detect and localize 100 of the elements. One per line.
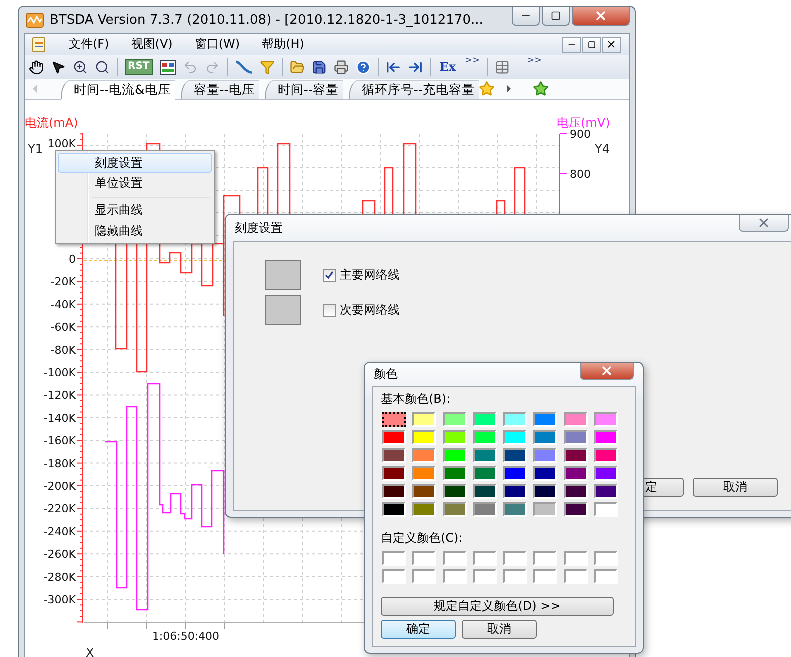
custom-color-slot[interactable] xyxy=(472,551,497,566)
color-swatch[interactable] xyxy=(442,412,467,427)
menu-item[interactable]: 窗口(W) xyxy=(194,36,240,53)
define-custom-colors-button[interactable]: 规定自定义颜色(D) >> xyxy=(381,597,614,616)
maximize-button[interactable] xyxy=(542,7,570,26)
color-swatch[interactable] xyxy=(533,502,558,517)
export-button[interactable]: Ex xyxy=(438,60,458,74)
search-icon[interactable] xyxy=(95,60,110,74)
close-button[interactable] xyxy=(602,36,621,52)
folder-icon[interactable] xyxy=(290,60,305,74)
color-swatch[interactable] xyxy=(594,466,618,481)
color-swatch[interactable] xyxy=(442,466,467,481)
color-swatch[interactable] xyxy=(594,412,618,427)
custom-color-slot[interactable] xyxy=(564,551,588,566)
color-swatch[interactable] xyxy=(503,412,528,427)
menu-item[interactable]: 文件(F) xyxy=(69,36,110,53)
redo-icon[interactable] xyxy=(204,60,220,74)
checkbox[interactable] xyxy=(323,268,336,282)
color-swatch[interactable] xyxy=(564,430,588,445)
menu-item[interactable]: 帮助(H) xyxy=(262,36,304,53)
color-swatch[interactable] xyxy=(503,466,528,481)
custom-color-slot[interactable] xyxy=(442,551,467,566)
save-icon[interactable] xyxy=(312,60,327,74)
toolbar-overflow[interactable]: >> xyxy=(465,56,480,66)
color-swatch[interactable] xyxy=(442,448,467,463)
pointer-icon[interactable] xyxy=(51,60,66,74)
color-swatch[interactable] xyxy=(472,430,497,445)
color-swatch[interactable] xyxy=(472,412,497,427)
color-swatch[interactable] xyxy=(442,430,467,445)
toolbar-overflow[interactable]: >> xyxy=(527,56,542,66)
color-swatch[interactable] xyxy=(533,430,558,445)
dialog-button[interactable]: 取消 xyxy=(462,620,537,639)
color-swatch[interactable] xyxy=(382,430,406,445)
color-swatch[interactable] xyxy=(533,466,558,481)
star-icon[interactable] xyxy=(478,81,495,97)
color-swatch[interactable] xyxy=(594,502,618,517)
custom-color-slot[interactable] xyxy=(503,551,528,566)
scroll-right-icon[interactable] xyxy=(504,84,513,94)
chart-tab[interactable]: 时间--电流&电压 xyxy=(61,80,175,99)
color-swatch[interactable] xyxy=(472,484,497,499)
chart-tab[interactable]: 容量--电压 xyxy=(180,80,259,99)
color-swatch[interactable] xyxy=(564,412,588,427)
undo-icon[interactable] xyxy=(182,60,198,74)
dialog-button[interactable]: 确定 xyxy=(381,620,456,639)
color-swatch[interactable] xyxy=(382,412,406,427)
custom-color-slot[interactable] xyxy=(382,551,406,566)
table-icon[interactable] xyxy=(495,60,510,74)
color-swatch[interactable] xyxy=(442,484,467,499)
color-swatch[interactable] xyxy=(382,448,406,463)
color-swatch[interactable] xyxy=(442,502,467,517)
grid-color-swatch[interactable] xyxy=(265,295,301,325)
chart-tab[interactable]: 循环序号--充电容量 xyxy=(348,80,479,99)
color-swatch[interactable] xyxy=(503,484,528,499)
color-swatch[interactable] xyxy=(533,484,558,499)
chart-tab[interactable]: 时间--容量 xyxy=(264,80,343,99)
menu-item[interactable]: 视图(V) xyxy=(131,36,173,53)
color-swatch[interactable] xyxy=(564,484,588,499)
color-swatch[interactable] xyxy=(382,466,406,481)
curve-icon[interactable] xyxy=(234,59,253,75)
color-swatch[interactable] xyxy=(412,484,436,499)
custom-color-slot[interactable] xyxy=(533,551,558,566)
dialog-button[interactable]: 取消 xyxy=(693,478,778,497)
color-swatch[interactable] xyxy=(412,412,436,427)
context-menu-item[interactable]: 刻度设置 xyxy=(58,153,212,173)
custom-color-slot[interactable] xyxy=(382,569,406,584)
zoom-in-icon[interactable] xyxy=(73,60,88,74)
arrow-left-icon[interactable] xyxy=(386,60,401,74)
custom-color-slot[interactable] xyxy=(442,569,467,584)
color-swatch[interactable] xyxy=(412,448,436,463)
context-menu-item[interactable]: 单位设置 xyxy=(58,173,212,193)
custom-color-slot[interactable] xyxy=(412,569,436,584)
custom-color-slot[interactable] xyxy=(564,569,588,584)
color-swatch[interactable] xyxy=(503,502,528,517)
help-icon[interactable] xyxy=(356,60,371,74)
color-swatch[interactable] xyxy=(382,484,406,499)
color-swatch[interactable] xyxy=(594,430,618,445)
color-swatch[interactable] xyxy=(412,430,436,445)
color-swatch[interactable] xyxy=(533,412,558,427)
hand-icon[interactable] xyxy=(29,60,44,74)
context-menu-item[interactable]: 隐藏曲线 xyxy=(58,221,212,241)
custom-color-slot[interactable] xyxy=(412,551,436,566)
color-swatch[interactable] xyxy=(472,502,497,517)
color-swatch[interactable] xyxy=(503,448,528,463)
color-swatch[interactable] xyxy=(564,502,588,517)
color-swatch[interactable] xyxy=(564,466,588,481)
custom-color-slot[interactable] xyxy=(503,569,528,584)
grid-color-swatch[interactable] xyxy=(265,260,301,290)
color-swatch[interactable] xyxy=(533,448,558,463)
grid-chart-icon[interactable] xyxy=(160,60,176,74)
color-swatch[interactable] xyxy=(412,502,436,517)
checkbox[interactable] xyxy=(323,304,336,316)
filter-icon[interactable] xyxy=(260,60,275,74)
custom-color-slot[interactable] xyxy=(594,569,618,584)
color-swatch[interactable] xyxy=(382,502,406,517)
restore-button[interactable] xyxy=(582,36,601,52)
custom-color-slot[interactable] xyxy=(594,551,618,566)
add-star-icon[interactable] xyxy=(532,81,549,97)
color-swatch[interactable] xyxy=(503,430,528,445)
color-swatch[interactable] xyxy=(472,466,497,481)
custom-color-slot[interactable] xyxy=(533,569,558,584)
